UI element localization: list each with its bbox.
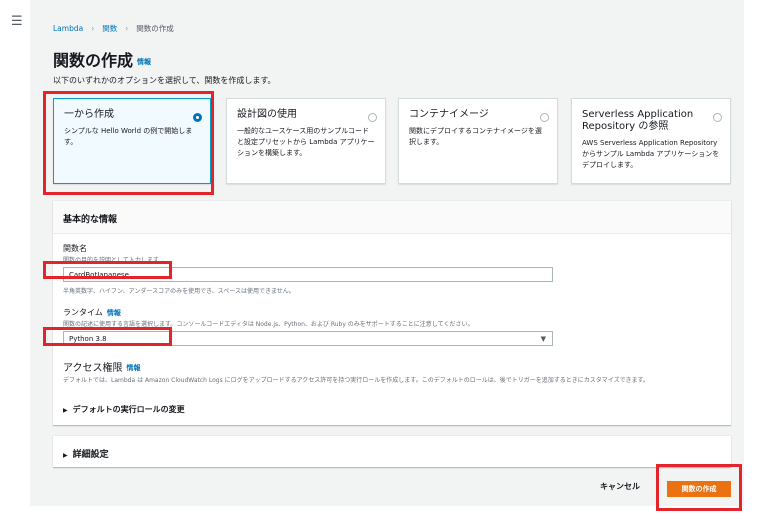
- page-subtitle: 以下のいずれかのオプションを選択して、関数を作成します。: [53, 76, 276, 85]
- create-function-button[interactable]: 関数の作成: [667, 481, 731, 497]
- caret-down-icon: ▼: [540, 335, 546, 343]
- change-exec-role-expander[interactable]: ▶ デフォルトの実行ロールの変更: [63, 404, 185, 415]
- function-name-hint: 関数の目的を説明として入力します: [63, 257, 159, 264]
- access-title: アクセス権限 情報: [63, 359, 141, 374]
- info-link[interactable]: 情報: [127, 364, 141, 372]
- function-name-input[interactable]: [63, 267, 553, 282]
- option-container-image[interactable]: コンテナイメージ 関数にデプロイするコンテナイメージを選択します。: [398, 98, 558, 184]
- function-name-label: 関数名: [63, 244, 87, 253]
- panel-header: 基本的な情報: [53, 201, 731, 234]
- runtime-value: Python 3.8: [69, 335, 107, 343]
- option-author-from-scratch[interactable]: 一から作成 シンプルな Hello World の例で開始します。: [53, 98, 211, 184]
- breadcrumb-functions[interactable]: 関数: [102, 23, 117, 34]
- info-link[interactable]: 情報: [137, 58, 151, 66]
- radio-icon[interactable]: [368, 113, 377, 122]
- chevron-right-icon: ›: [125, 24, 129, 33]
- expander-label: デフォルトの実行ロールの変更: [72, 405, 185, 414]
- radio-icon[interactable]: [713, 113, 722, 122]
- cancel-button[interactable]: キャンセル: [600, 481, 640, 492]
- runtime-hint: 関数の記述に使用する言語を選択します。コンソールコードエディタは Node.js…: [63, 321, 474, 328]
- page-title: 関数の作成 情報: [53, 47, 151, 71]
- option-title: Serverless Application Repository の参照: [582, 109, 694, 132]
- caret-right-icon: ▶: [63, 452, 68, 459]
- info-link[interactable]: 情報: [107, 309, 121, 317]
- option-title: 設計図の使用: [237, 109, 297, 120]
- advanced-settings-panel[interactable]: ▶ 詳細設定: [53, 435, 731, 467]
- radio-icon[interactable]: [540, 113, 549, 122]
- expander-label: 詳細設定: [72, 450, 109, 460]
- caret-right-icon: ▶: [63, 407, 68, 414]
- access-title-text: アクセス権限: [63, 363, 123, 374]
- access-desc: デフォルトでは、Lambda は Amazon CloudWatch Logs …: [63, 377, 649, 384]
- radio-selected-icon[interactable]: [193, 113, 202, 122]
- basic-info-panel: 基本的な情報 関数名 関数の目的を説明として入力します 半角英数字、ハイフン、ア…: [53, 200, 731, 425]
- advanced-settings-expander[interactable]: ▶ 詳細設定: [63, 447, 109, 460]
- breadcrumb-current: 関数の作成: [136, 24, 174, 33]
- page-title-text: 関数の作成: [53, 51, 134, 70]
- option-desc: AWS Serverless Application Repository から…: [582, 139, 720, 169]
- breadcrumb: Lambda › 関数 › 関数の作成: [53, 23, 174, 34]
- hamburger-menu-icon[interactable]: ☰: [11, 14, 23, 29]
- function-name-constraint: 半角英数字、ハイフン、アンダースコアのみを使用でき、スペースは使用できません。: [63, 288, 295, 295]
- option-desc: 一般的なユースケース用のサンプルコードと設定プリセットから Lambda アプリ…: [237, 127, 375, 157]
- runtime-select[interactable]: Python 3.8 ▼: [63, 331, 553, 346]
- option-desc: 関数にデプロイするコンテナイメージを選択します。: [409, 127, 542, 146]
- option-title: 一から作成: [64, 109, 114, 120]
- breadcrumb-lambda[interactable]: Lambda: [53, 24, 83, 33]
- chevron-right-icon: ›: [91, 24, 95, 33]
- runtime-label: ランタイム 情報: [63, 307, 121, 318]
- runtime-label-text: ランタイム: [63, 308, 103, 317]
- option-serverless-repo[interactable]: Serverless Application Repository の参照 AW…: [571, 98, 731, 184]
- option-desc: シンプルな Hello World の例で開始します。: [64, 127, 193, 146]
- option-use-blueprint[interactable]: 設計図の使用 一般的なユースケース用のサンプルコードと設定プリセットから Lam…: [226, 98, 386, 184]
- option-title: コンテナイメージ: [409, 109, 489, 120]
